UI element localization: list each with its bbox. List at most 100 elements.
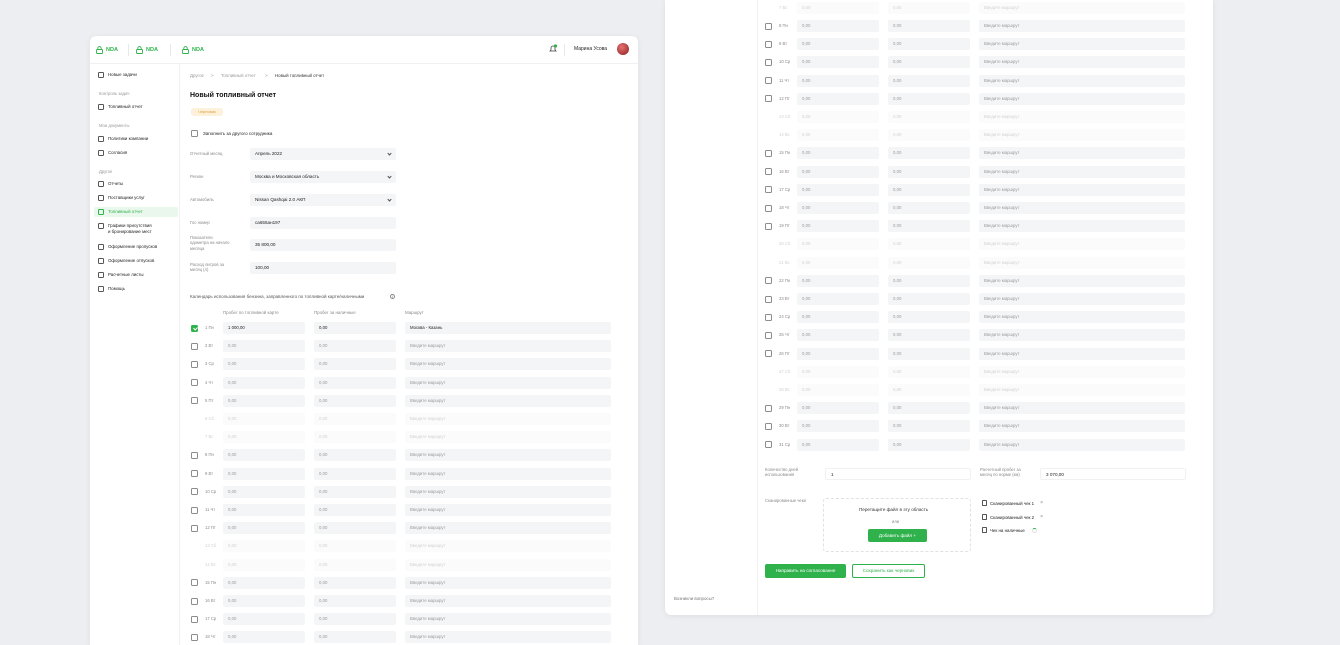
file-name[interactable]: Сканированный чек 1 [990,501,1034,506]
cash-mileage-input[interactable]: 0,00 [314,504,396,516]
sidebar-item-fuel-report-top[interactable]: Топливный отчет [98,104,178,110]
region-select[interactable]: Москва и Московская область [250,171,396,183]
day-checkbox[interactable] [765,40,772,48]
cash-mileage-input[interactable]: 0,00 [314,576,396,589]
day-checkbox[interactable] [191,379,198,387]
cash-mileage-input[interactable]: 0,00 [314,340,396,353]
card-mileage-input[interactable]: 0,00 [223,595,305,607]
day-checkbox[interactable] [191,633,198,641]
cash-mileage-input[interactable]: 0,00 [888,56,970,69]
route-input[interactable]: Введите маршрут [979,402,1185,415]
sidebar-item-vacations[interactable]: Оформление отпусков [98,258,178,264]
cash-mileage-input[interactable]: 0,00 [314,522,396,535]
day-checkbox[interactable] [191,524,198,532]
day-checkbox[interactable] [765,58,772,66]
fill-for-other-checkbox[interactable] [191,130,198,137]
cash-mileage-input[interactable]: 0,00 [888,20,970,32]
cash-mileage-input[interactable]: 0,00 [888,220,970,233]
route-input[interactable]: Введите маршрут [405,522,611,535]
day-checkbox[interactable] [191,360,198,368]
route-input[interactable]: Введите маршрут [405,376,611,389]
card-mileage-input[interactable]: 0,00 [797,438,879,451]
cash-mileage-input[interactable]: 0,00 [888,420,970,433]
card-mileage-input[interactable]: 0,00 [797,420,879,433]
day-checkbox[interactable] [765,204,772,212]
cash-mileage-input[interactable]: 0,00 [314,467,396,480]
day-checkbox[interactable] [191,470,198,478]
day-checkbox[interactable] [191,597,198,605]
day-checkbox[interactable] [765,441,772,449]
sidebar-item-approvals[interactable]: Согласия [98,150,178,156]
card-mileage-input[interactable]: 0,00 [223,467,305,480]
cash-mileage-input[interactable]: 0,00 [314,322,396,334]
route-input[interactable]: Введите маршрут [979,56,1185,69]
route-input[interactable]: Введите маршрут [979,38,1185,51]
day-checkbox[interactable] [765,168,772,176]
cash-mileage-input[interactable]: 0,00 [314,376,396,389]
cash-mileage-input[interactable]: 0,00 [888,274,970,287]
card-mileage-input[interactable]: 0,00 [797,165,879,178]
route-input[interactable]: Введите маршрут [979,165,1185,178]
route-input[interactable]: Введите маршрут [405,485,611,498]
card-mileage-input[interactable]: 0,00 [797,311,879,324]
cash-mileage-input[interactable]: 0,00 [314,485,396,498]
cash-mileage-input[interactable]: 0,00 [314,613,396,626]
tab-nda-3[interactable]: NDA [182,46,204,54]
cash-mileage-input[interactable]: 0,00 [888,438,970,451]
card-mileage-input[interactable]: 0,00 [797,74,879,87]
car-select[interactable]: Nissan Qashqai 2.0 АКП [250,194,396,206]
day-checkbox[interactable] [765,404,772,412]
card-mileage-input[interactable]: 1 000,00 [223,322,305,334]
day-checkbox[interactable] [765,331,772,339]
sidebar-item-suppliers[interactable]: Поставщики услуг [98,195,178,201]
card-mileage-input[interactable]: 0,00 [223,394,305,407]
day-checkbox[interactable] [191,488,198,496]
avatar[interactable] [617,43,629,55]
add-file-button[interactable]: Добавить файл + [868,529,927,542]
card-mileage-input[interactable]: 0,00 [797,92,879,105]
route-input[interactable]: Введите маршрут [979,311,1185,324]
card-mileage-input[interactable]: 0,00 [223,631,305,644]
cash-mileage-input[interactable]: 0,00 [888,147,970,160]
day-checkbox[interactable] [191,615,198,623]
cash-mileage-input[interactable]: 0,00 [888,74,970,87]
day-checkbox[interactable] [765,149,772,157]
questions-link[interactable]: Возникли вопросы? [674,596,714,601]
tab-nda-1[interactable]: NDA [96,46,118,54]
route-input[interactable]: Введите маршрут [405,449,611,462]
card-mileage-input[interactable]: 0,00 [797,274,879,287]
card-mileage-input[interactable]: 0,00 [797,56,879,69]
day-checkbox[interactable] [191,342,198,350]
day-checkbox[interactable] [191,451,198,459]
close-icon[interactable]: × [1040,500,1043,506]
card-mileage-input[interactable]: 0,00 [797,38,879,51]
route-input[interactable]: Введите маршрут [979,438,1185,451]
route-input[interactable]: Введите маршрут [405,576,611,589]
plate-input[interactable]: са655ан197 [250,217,396,229]
odometer-input[interactable]: 35 800,00 [250,239,396,251]
cash-mileage-input[interactable]: 0,00 [888,165,970,178]
cash-mileage-input[interactable]: 0,00 [888,402,970,415]
breadcrumb-item[interactable]: Другое [190,73,204,78]
route-input[interactable]: Введите маршрут [979,420,1185,433]
day-checkbox[interactable] [765,277,772,285]
day-checkbox[interactable] [765,222,772,230]
card-mileage-input[interactable]: 0,00 [223,340,305,353]
cash-mileage-input[interactable]: 0,00 [888,38,970,51]
card-mileage-input[interactable]: 0,00 [223,504,305,516]
cash-mileage-input[interactable]: 0,00 [888,293,970,305]
day-checkbox[interactable] [765,350,772,358]
route-input[interactable]: Введите маршрут [979,293,1185,305]
card-mileage-input[interactable]: 0,00 [797,20,879,32]
cash-mileage-input[interactable]: 0,00 [314,358,396,371]
day-checkbox[interactable] [191,579,198,587]
day-checkbox[interactable] [191,506,198,514]
route-input[interactable]: Введите маршрут [405,595,611,607]
day-checkbox[interactable] [765,95,772,103]
cash-mileage-input[interactable]: 0,00 [314,394,396,407]
day-checkbox[interactable] [191,324,198,332]
cash-mileage-input[interactable]: 0,00 [888,347,970,360]
sidebar-item-schedules[interactable]: Графики присутствия и бронирование мест [98,223,178,234]
file-name[interactable]: Сканированный чек 2 [990,515,1034,520]
cash-mileage-input[interactable]: 0,00 [888,183,970,196]
